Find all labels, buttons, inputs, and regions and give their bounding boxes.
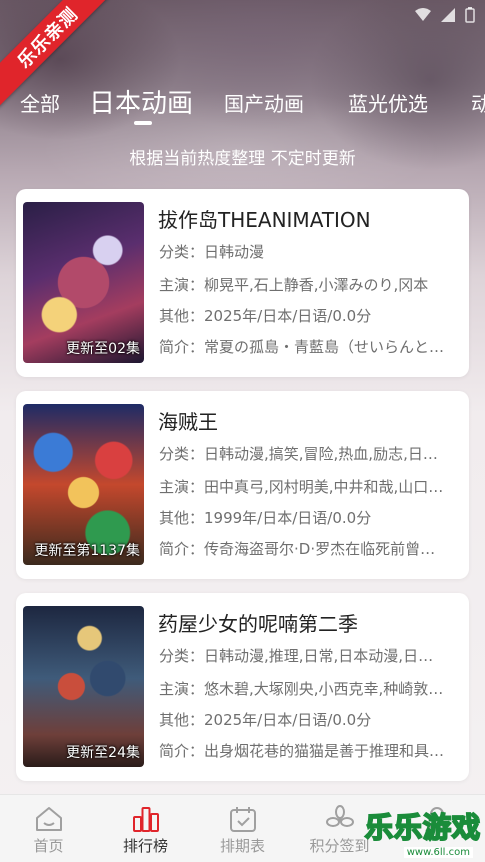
- item-cast: 主演：悠木碧,大塚刚央,小西克幸,种崎敦…: [159, 680, 444, 698]
- ranking-icon: [132, 807, 159, 832]
- item-other: 其他：2025年/日本/日语/0.0分: [159, 711, 372, 729]
- item-cast: 主演：柳晃平,石上静香,小澤みのり,冈本: [159, 276, 429, 294]
- tab-more[interactable]: 动: [471, 88, 485, 117]
- item-category: 分类：日韩动漫,搞笑,冒险,热血,励志,日…: [159, 445, 438, 463]
- item-cast: 主演：田中真弓,冈村明美,中井和哉,山口…: [159, 478, 444, 496]
- list-item[interactable]: 更新至24集 药屋少女的呢喃第二季 分类：日韩动漫,推理,日常,日本动漫,日… …: [16, 593, 469, 781]
- item-title: 药屋少女的呢喃第二季: [158, 612, 358, 636]
- nav-schedule[interactable]: 排期表: [194, 795, 291, 862]
- item-title: 拔作岛THEANIMATION: [158, 208, 371, 232]
- item-summary: 简介：传奇海盗哥尔·D·罗杰在临死前曾…: [159, 540, 436, 558]
- active-tab-indicator: [134, 121, 152, 125]
- cover-image: 更新至24集: [23, 606, 144, 767]
- watermark-text: 乐乐游戏: [364, 810, 481, 845]
- ranking-subtitle: 根据当前热度整理 不定时更新: [129, 149, 356, 169]
- tab-bluray[interactable]: 蓝光优选: [348, 88, 428, 117]
- wifi-icon: [415, 8, 431, 21]
- tab-chinese-anime[interactable]: 国产动画: [224, 88, 304, 117]
- nav-ranking-label: 排行榜: [122, 837, 168, 855]
- calendar-icon: [229, 807, 256, 832]
- episode-label: 更新至24集: [66, 745, 140, 761]
- test-badge-text: 乐乐亲测: [13, 3, 83, 73]
- nav-checkin-label: 积分签到: [309, 837, 370, 855]
- nav-ranking[interactable]: 排行榜: [97, 795, 194, 862]
- watermark-url: www.6ll.com: [403, 847, 473, 858]
- item-summary: 简介：常夏の孤島・青藍島（せいらんと…: [159, 338, 445, 356]
- item-title: 海贼王: [158, 410, 218, 434]
- tab-all[interactable]: 全部: [20, 88, 60, 117]
- item-summary: 简介：出身烟花巷的猫猫是善于推理和具…: [159, 742, 445, 760]
- nav-home-label: 首页: [33, 837, 64, 855]
- item-other: 其他：1999年/日本/日语/0.0分: [159, 509, 372, 527]
- item-other: 其他：2025年/日本/日语/0.0分: [159, 307, 372, 325]
- site-watermark: 乐乐游戏 www.6ll.com: [363, 806, 483, 858]
- tab-japanese-anime[interactable]: 日本动画: [89, 83, 193, 120]
- item-category: 分类：日韩动漫,推理,日常,日本动漫,日…: [159, 647, 434, 665]
- cover-image: 更新至02集: [23, 202, 144, 363]
- list-item[interactable]: 更新至02集 拔作岛THEANIMATION 分类：日韩动漫 主演：柳晃平,石上…: [16, 189, 469, 377]
- home-icon: [35, 807, 62, 831]
- battery-icon: [465, 7, 475, 23]
- nav-home[interactable]: 首页: [0, 795, 97, 862]
- item-category: 分类：日韩动漫: [159, 243, 265, 261]
- episode-label: 更新至02集: [66, 341, 140, 357]
- list-item[interactable]: 更新至第1137集 海贼王 分类：日韩动漫,搞笑,冒险,热血,励志,日… 主演：…: [16, 391, 469, 579]
- cover-image: 更新至第1137集: [23, 404, 144, 565]
- episode-label: 更新至第1137集: [34, 543, 140, 559]
- category-tabs: 全部 日本动画 国产动画 蓝光优选 动: [0, 80, 485, 128]
- signal-icon: [441, 8, 455, 22]
- flower-icon: [325, 805, 354, 827]
- status-bar: [415, 4, 475, 26]
- nav-schedule-label: 排期表: [219, 837, 265, 855]
